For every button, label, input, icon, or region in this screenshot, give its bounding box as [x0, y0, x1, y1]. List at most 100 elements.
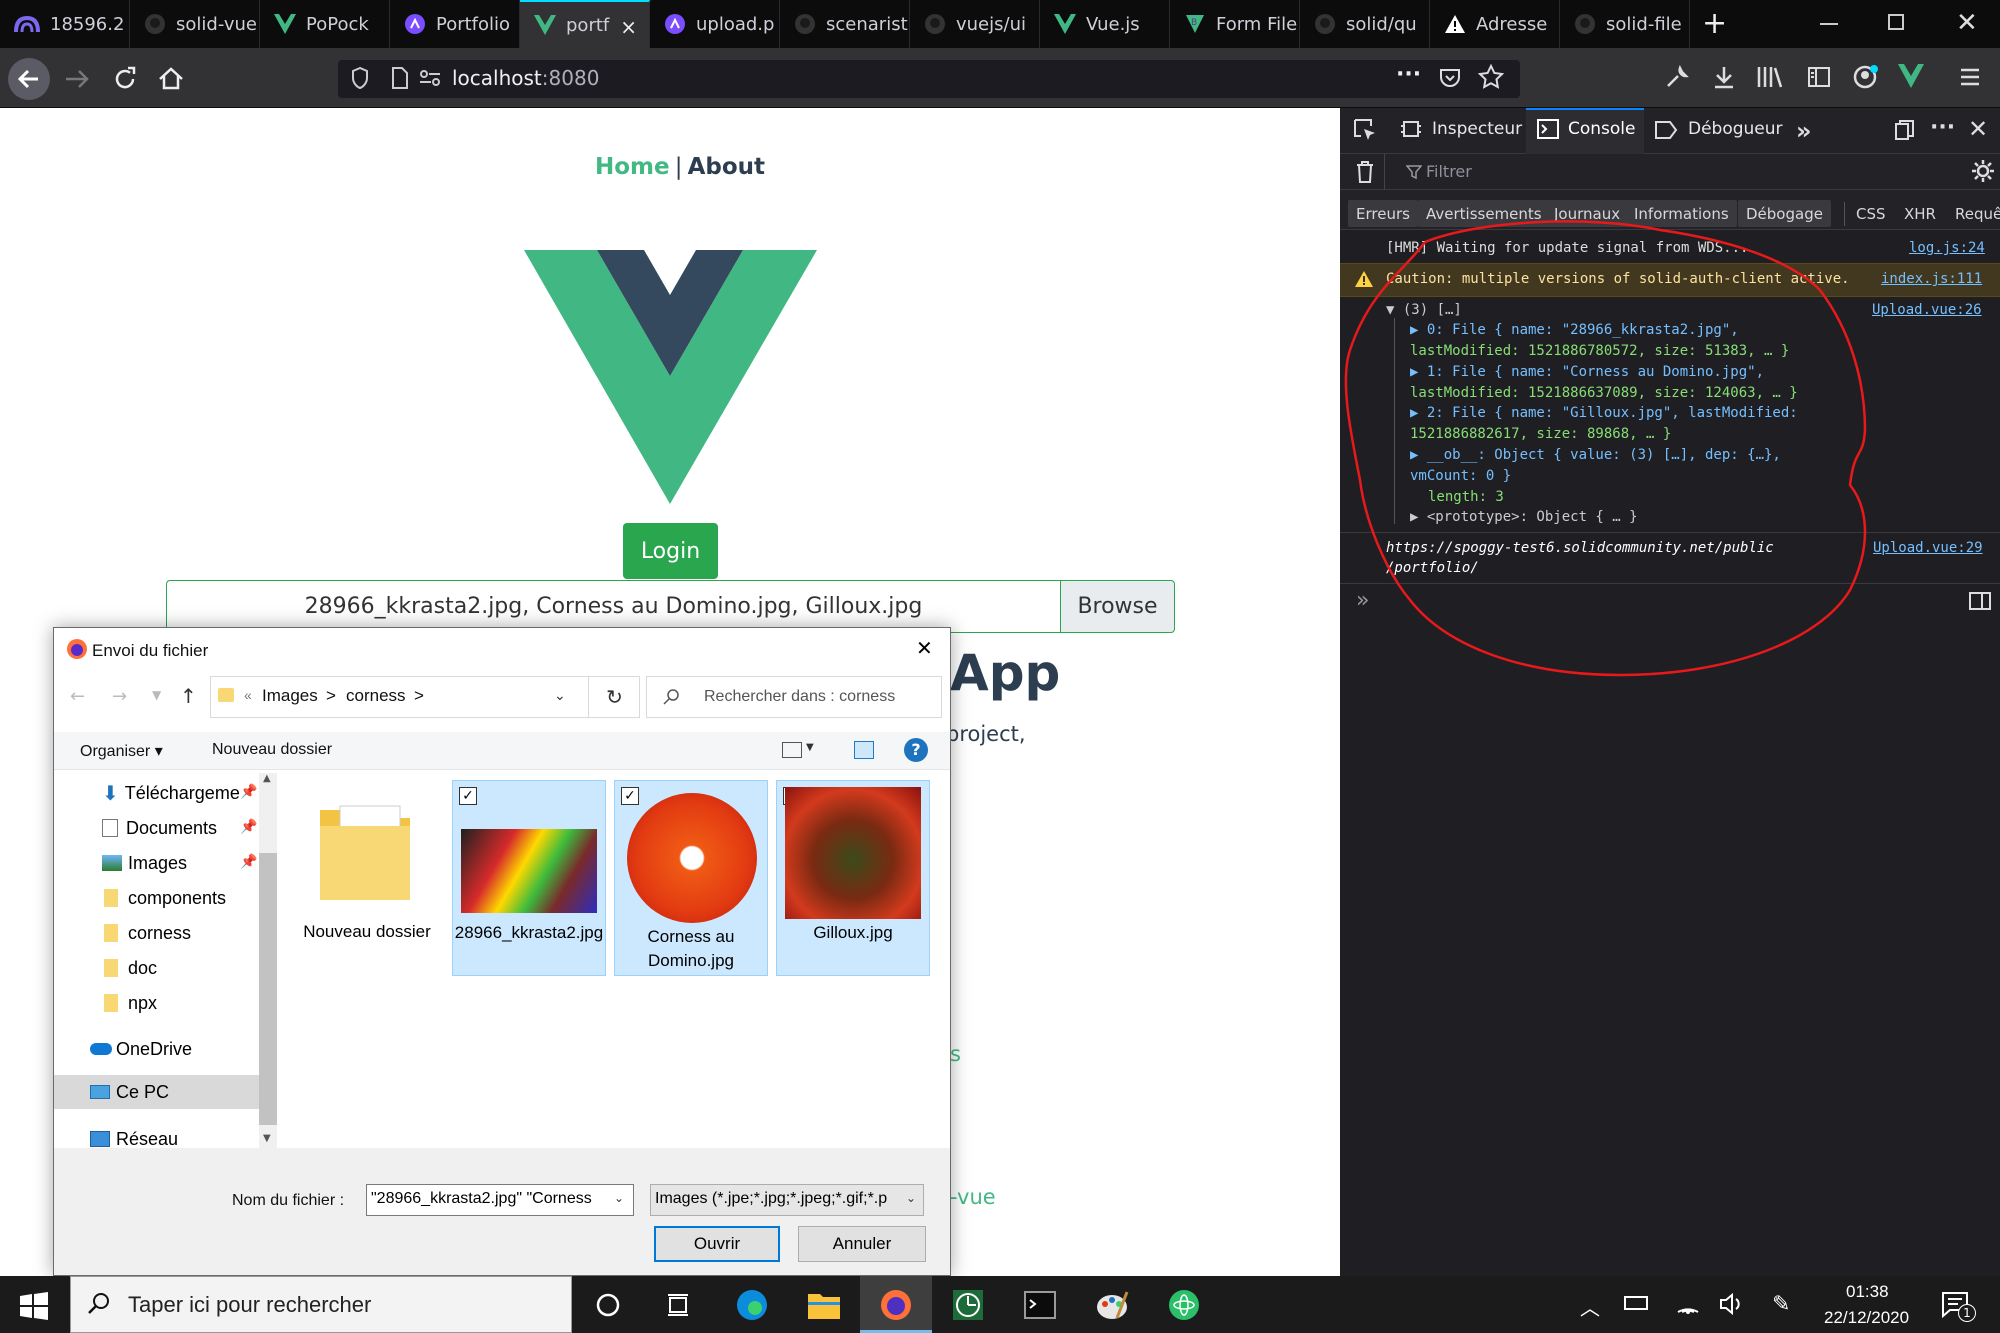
- devtools-options-icon[interactable]: ···: [1930, 115, 1955, 140]
- sidebar-item-npx[interactable]: npx: [104, 986, 264, 1020]
- breadcrumb-images[interactable]: Images: [262, 686, 318, 706]
- new-tab-button[interactable]: +: [1702, 6, 1727, 41]
- sidebar-item-images[interactable]: Images: [102, 846, 262, 880]
- editor-mode-icon[interactable]: [1968, 590, 1992, 612]
- refresh-icon[interactable]: ↻: [588, 676, 640, 718]
- taskbar-date[interactable]: 22/12/2020: [1824, 1308, 1909, 1328]
- view-options-icon[interactable]: [782, 742, 802, 758]
- firefox-icon[interactable]: [876, 1285, 916, 1325]
- more-tools-icon[interactable]: »: [1796, 117, 1812, 145]
- browse-button[interactable]: Browse: [1060, 580, 1175, 633]
- account-icon[interactable]: [1852, 64, 1880, 90]
- devtools-close-icon[interactable]: ✕: [1968, 115, 1988, 143]
- tab-12[interactable]: solid-file: [1560, 0, 1690, 48]
- forward-button[interactable]: [62, 62, 92, 96]
- paint-icon[interactable]: [1092, 1285, 1132, 1325]
- sidebar-item-components[interactable]: components: [104, 881, 264, 915]
- view-dropdown-icon[interactable]: ▼: [806, 742, 814, 753]
- tab-11[interactable]: Adresse: [1430, 0, 1560, 48]
- filter-requests[interactable]: Requê: [1955, 205, 2000, 223]
- sidebar-item-ce-pc[interactable]: Ce PC: [90, 1075, 250, 1109]
- library-icon[interactable]: [1756, 64, 1784, 90]
- permissions-icon[interactable]: [418, 68, 442, 88]
- file-explorer-icon[interactable]: [804, 1285, 844, 1325]
- sidebar-item-corness[interactable]: corness: [104, 916, 264, 950]
- tab-8[interactable]: Vue.js: [1040, 0, 1170, 48]
- file-tile-kkrasta2[interactable]: ✓ 28966_kkrasta2.jpg: [452, 780, 606, 976]
- page-link-fragment[interactable]: s: [950, 1042, 961, 1066]
- nav-up-arrow-icon[interactable]: ↑: [180, 684, 197, 708]
- wifi-icon[interactable]: [1676, 1292, 1700, 1314]
- tab-5[interactable]: upload.p: [650, 0, 780, 48]
- cancel-button[interactable]: Annuler: [798, 1226, 926, 1262]
- menu-icon[interactable]: [1958, 66, 1982, 88]
- tab-2[interactable]: PoPock: [260, 0, 390, 48]
- address-dropdown-icon[interactable]: ⌄: [554, 688, 566, 704]
- checkbox-checked-icon[interactable]: ✓: [459, 787, 477, 805]
- page-actions-button[interactable]: ···: [1396, 62, 1421, 87]
- filename-input[interactable]: "28966_kkrasta2.jpg" "Corness: [366, 1184, 634, 1216]
- sidebar-item-doc[interactable]: doc: [104, 951, 264, 985]
- terminal-icon[interactable]: [1020, 1285, 1060, 1325]
- shield-icon[interactable]: [350, 66, 370, 90]
- sidebar-icon[interactable]: [1806, 64, 1832, 90]
- volume-icon[interactable]: [1718, 1292, 1744, 1316]
- task-view-icon[interactable]: [588, 1285, 628, 1325]
- minimize-icon[interactable]: [1820, 23, 1838, 25]
- organize-menu[interactable]: Organiser ▾: [80, 741, 163, 761]
- scroll-down-icon[interactable]: ▼: [263, 1133, 271, 1144]
- tab-10[interactable]: solid/qu: [1300, 0, 1430, 48]
- taskbar-time[interactable]: 01:38: [1846, 1282, 1889, 1302]
- pin-icon[interactable]: 📌: [240, 784, 257, 800]
- dialog-close-button[interactable]: ✕: [916, 636, 933, 660]
- tab-0[interactable]: 18596.2: [0, 0, 130, 48]
- breadcrumb-overflow[interactable]: «: [244, 687, 252, 703]
- nav-home-link[interactable]: Home: [595, 154, 670, 180]
- nav-back-arrow-icon[interactable]: ←: [70, 686, 85, 707]
- filter-xhr[interactable]: XHR: [1904, 205, 1936, 223]
- file-input[interactable]: 28966_kkrasta2.jpg, Corness au Domino.jp…: [166, 580, 1060, 633]
- sidebar-item-documents[interactable]: Documents: [102, 811, 262, 845]
- file-tile-nouveau-dossier[interactable]: Nouveau dossier: [290, 780, 444, 976]
- tab-inspecteur[interactable]: Inspecteur: [1432, 119, 1522, 139]
- bookmark-star-icon[interactable]: [1478, 64, 1504, 90]
- nav-about-link[interactable]: About: [688, 154, 765, 180]
- reload-button[interactable]: [110, 62, 140, 96]
- restore-icon[interactable]: [1888, 14, 1904, 30]
- scrollbar-thumb[interactable]: [259, 853, 277, 1125]
- pocket-icon[interactable]: [1438, 66, 1462, 90]
- tab-3[interactable]: Portfolio: [390, 0, 520, 48]
- app-clock-icon[interactable]: [948, 1285, 988, 1325]
- tab-debogueur[interactable]: Débogueur: [1688, 119, 1783, 139]
- scroll-up-icon[interactable]: ▲: [263, 773, 271, 784]
- battery-icon[interactable]: [1624, 1296, 1648, 1310]
- dock-icon[interactable]: [1892, 118, 1916, 142]
- filetype-dropdown-icon[interactable]: ⌄: [906, 1191, 916, 1205]
- atom-icon[interactable]: [1164, 1285, 1204, 1325]
- wrench-icon[interactable]: [1664, 64, 1690, 90]
- preview-pane-icon[interactable]: [854, 741, 874, 759]
- checkbox-checked-icon[interactable]: ✓: [621, 787, 639, 805]
- pin-icon[interactable]: 📌: [240, 819, 257, 835]
- url-text[interactable]: localhost:8080: [452, 66, 599, 90]
- pin-icon[interactable]: 📌: [240, 854, 257, 870]
- login-button[interactable]: Login: [623, 523, 718, 579]
- tab-6[interactable]: scenarist: [780, 0, 910, 48]
- sidebar-item-onedrive[interactable]: OneDrive: [90, 1032, 250, 1066]
- trash-icon[interactable]: [1354, 160, 1376, 184]
- help-icon[interactable]: ?: [904, 738, 928, 762]
- sidebar-scrollbar[interactable]: ▲ ▼: [259, 773, 277, 1148]
- pick-element-icon[interactable]: [1352, 117, 1378, 143]
- edge-icon[interactable]: [732, 1285, 772, 1325]
- breadcrumb-corness[interactable]: corness: [346, 686, 406, 706]
- back-button[interactable]: [8, 58, 50, 100]
- tab-4-active[interactable]: portf ×: [520, 0, 650, 48]
- tray-chevron-up-icon[interactable]: ︿: [1580, 1292, 1600, 1321]
- nav-forward-arrow-icon[interactable]: →: [112, 686, 127, 707]
- open-button[interactable]: Ouvrir: [654, 1226, 780, 1262]
- recent-locations-icon[interactable]: ▼: [152, 688, 161, 702]
- vue-devtools-icon[interactable]: [1898, 64, 1924, 88]
- filetype-select[interactable]: Images (*.jpe;*.jpg;*.jpeg;*.gif;*.p: [650, 1184, 924, 1216]
- new-folder-button[interactable]: Nouveau dossier: [212, 741, 332, 759]
- file-tile-gilloux[interactable]: ✓ Gilloux.jpg: [776, 780, 930, 976]
